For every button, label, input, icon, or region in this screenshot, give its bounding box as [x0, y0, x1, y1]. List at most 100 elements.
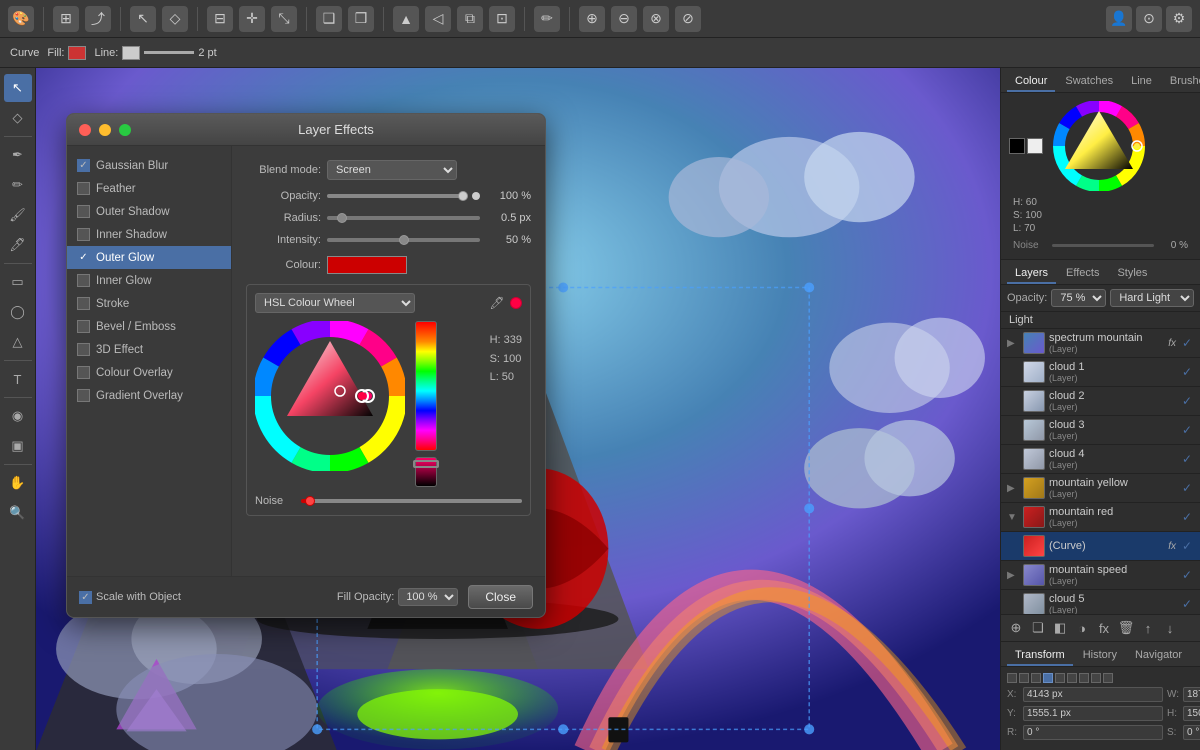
intensity-slider-track[interactable] — [327, 238, 480, 242]
layers-duplicate[interactable]: ❏ — [1029, 619, 1047, 637]
canvas-area[interactable]: Layer Effects ✓ Gaussian Blur Feather — [36, 68, 1000, 750]
layer-item-cloud3[interactable]: cloud 3 (Layer) ✓ — [1001, 416, 1200, 445]
color-wheel-select[interactable]: HSL Colour Wheel RGB Sliders HSB Sliders — [255, 293, 415, 313]
scale-with-object-checkbox[interactable]: ✓ Scale with Object — [79, 591, 181, 604]
effect-inner-glow[interactable]: Inner Glow — [67, 269, 231, 292]
layer-vis-cloud5[interactable]: ✓ — [1180, 597, 1194, 611]
tsq-6[interactable] — [1067, 673, 1077, 683]
tool-zoom[interactable]: 🔍 — [4, 499, 32, 527]
eyedropper-tool[interactable]: 🖊 — [488, 294, 506, 312]
noise-mini-track[interactable] — [1052, 244, 1154, 247]
layers-move-down[interactable]: ↓ — [1161, 619, 1179, 637]
close-button[interactable]: Close — [468, 585, 533, 609]
share-icon[interactable]: ⤴ — [85, 6, 111, 32]
tool-shape[interactable]: ▭ — [4, 268, 32, 296]
page-icon[interactable]: ⊕ — [579, 6, 605, 32]
lightness-bar[interactable] — [415, 457, 437, 487]
layer-vis-cloud1[interactable]: ✓ — [1180, 365, 1194, 379]
layers-add-group[interactable]: ⊕ — [1007, 619, 1025, 637]
layer-item-spectrum-mountain[interactable]: ▶ spectrum mountain (Layer) fx ✓ — [1001, 329, 1200, 358]
noise-thumb[interactable] — [305, 496, 315, 506]
effect-stroke[interactable]: Stroke — [67, 292, 231, 315]
w-input[interactable] — [1183, 687, 1200, 702]
effect-checkbox-gradient-overlay[interactable] — [77, 389, 90, 402]
layers-delete[interactable]: 🗑 — [1117, 619, 1135, 637]
grid-icon[interactable]: ⊞ — [53, 6, 79, 32]
layer-vis-cloud3[interactable]: ✓ — [1180, 423, 1194, 437]
x-input[interactable] — [1023, 687, 1163, 702]
effect-3d-effect[interactable]: 3D Effect — [67, 338, 231, 361]
tool-pencil[interactable]: ✏ — [4, 171, 32, 199]
tool-pen[interactable]: ✒ — [4, 141, 32, 169]
layer-expand-mountain-speed[interactable]: ▶ — [1007, 570, 1019, 581]
copy-icon[interactable]: ❑ — [316, 6, 342, 32]
brush-icon[interactable]: ✏ — [534, 6, 560, 32]
tab-swatches[interactable]: Swatches — [1057, 72, 1121, 92]
tab-line[interactable]: Line — [1123, 72, 1160, 92]
layer-item-cloud2[interactable]: cloud 2 (Layer) ✓ — [1001, 387, 1200, 416]
tab-navigator[interactable]: Navigator — [1127, 646, 1190, 666]
layer-vis-curve[interactable]: ✓ — [1180, 539, 1194, 553]
effect-outer-glow[interactable]: ✓ Outer Glow — [67, 246, 231, 269]
opacity-slider-track[interactable] — [327, 194, 466, 198]
publish-icon[interactable]: ⊘ — [675, 6, 701, 32]
effect-checkbox-inner-glow[interactable] — [77, 274, 90, 287]
layer-vis-cloud4[interactable]: ✓ — [1180, 452, 1194, 466]
hue-spectrum-bar[interactable] — [415, 321, 437, 451]
effect-bevel-emboss[interactable]: Bevel / Emboss — [67, 315, 231, 338]
layer-icon[interactable]: ⧉ — [457, 6, 483, 32]
effect-checkbox-outer-shadow[interactable] — [77, 205, 90, 218]
layer-expand-mountain-yellow[interactable]: ▶ — [1007, 483, 1019, 494]
layer-vis-mountain-yellow[interactable]: ✓ — [1180, 481, 1194, 495]
layer-item-mountain-yellow[interactable]: ▶ mountain yellow (Layer) ✓ — [1001, 474, 1200, 503]
tab-brushes[interactable]: Brushes — [1162, 72, 1200, 92]
radius-slider-track[interactable] — [327, 216, 480, 220]
layer-expand-mountain-red[interactable]: ▼ — [1007, 512, 1019, 523]
h-input[interactable] — [1183, 706, 1200, 721]
layer-item-cloud5[interactable]: cloud 5 (Layer) ✓ — [1001, 590, 1200, 614]
layer-expand-icon[interactable]: ▶ — [1007, 338, 1019, 349]
tab-styles[interactable]: Styles — [1109, 264, 1155, 284]
tool-node[interactable]: ◇ — [4, 104, 32, 132]
layer-item-cloud1[interactable]: cloud 1 (Layer) ✓ — [1001, 358, 1200, 387]
effect-checkbox-3d-effect[interactable] — [77, 343, 90, 356]
tool-brush[interactable]: 🖌 — [4, 201, 32, 229]
blend-mode-select-layers[interactable]: Hard Light Normal Screen Multiply — [1110, 289, 1194, 307]
blend-mode-select[interactable]: Screen Normal Multiply Overlay — [327, 160, 457, 180]
dialog-close-btn[interactable] — [79, 124, 91, 136]
tool-ellipse[interactable]: ◯ — [4, 298, 32, 326]
y-input[interactable] — [1023, 706, 1163, 721]
layers-mask[interactable]: ◧ — [1051, 619, 1069, 637]
mini-swatch-white[interactable] — [1027, 138, 1043, 154]
layer-vis-mountain-speed[interactable]: ✓ — [1180, 568, 1194, 582]
effect-inner-shadow[interactable]: Inner Shadow — [67, 223, 231, 246]
layer-vis-mountain-red[interactable]: ✓ — [1180, 510, 1194, 524]
layer-item-mountain-red[interactable]: ▼ mountain red (Layer) ✓ — [1001, 503, 1200, 532]
triangle-icon[interactable]: ▲ — [393, 6, 419, 32]
layer-item-mountain-speed[interactable]: ▶ mountain speed (Layer) ✓ — [1001, 561, 1200, 590]
layer-item-curve[interactable]: (Curve) fx ✓ — [1001, 532, 1200, 561]
layers-move-up[interactable]: ↑ — [1139, 619, 1157, 637]
layers-adjustment[interactable]: ◑ — [1073, 619, 1091, 637]
tsq-5[interactable] — [1055, 673, 1065, 683]
colour-swatch[interactable] — [327, 256, 407, 274]
effect-checkbox-inner-shadow[interactable] — [77, 228, 90, 241]
effect-gaussian-blur[interactable]: ✓ Gaussian Blur — [67, 154, 231, 177]
paste-icon[interactable]: ❒ — [348, 6, 374, 32]
fill-swatch[interactable] — [68, 46, 86, 60]
line-swatch[interactable] — [122, 46, 140, 60]
effect-checkbox-feather[interactable] — [77, 182, 90, 195]
r-input[interactable] — [1023, 725, 1163, 740]
tool-text[interactable]: T — [4, 365, 32, 393]
effect-checkbox-bevel-emboss[interactable] — [77, 320, 90, 333]
tab-transform[interactable]: Transform — [1007, 646, 1073, 666]
export-icon[interactable]: ⊡ — [489, 6, 515, 32]
effect-checkbox-gaussian-blur[interactable]: ✓ — [77, 159, 90, 172]
tab-effects[interactable]: Effects — [1058, 264, 1107, 284]
opacity-select-layers[interactable]: 75 % 100 % 50 % — [1051, 289, 1106, 307]
grid2-icon[interactable]: ⊟ — [207, 6, 233, 32]
tool-polygon[interactable]: △ — [4, 328, 32, 356]
fill-opacity-select[interactable]: 100 % 75 % 50 % — [398, 588, 458, 606]
tool-hand[interactable]: ✋ — [4, 469, 32, 497]
tab-colour[interactable]: Colour — [1007, 72, 1055, 92]
